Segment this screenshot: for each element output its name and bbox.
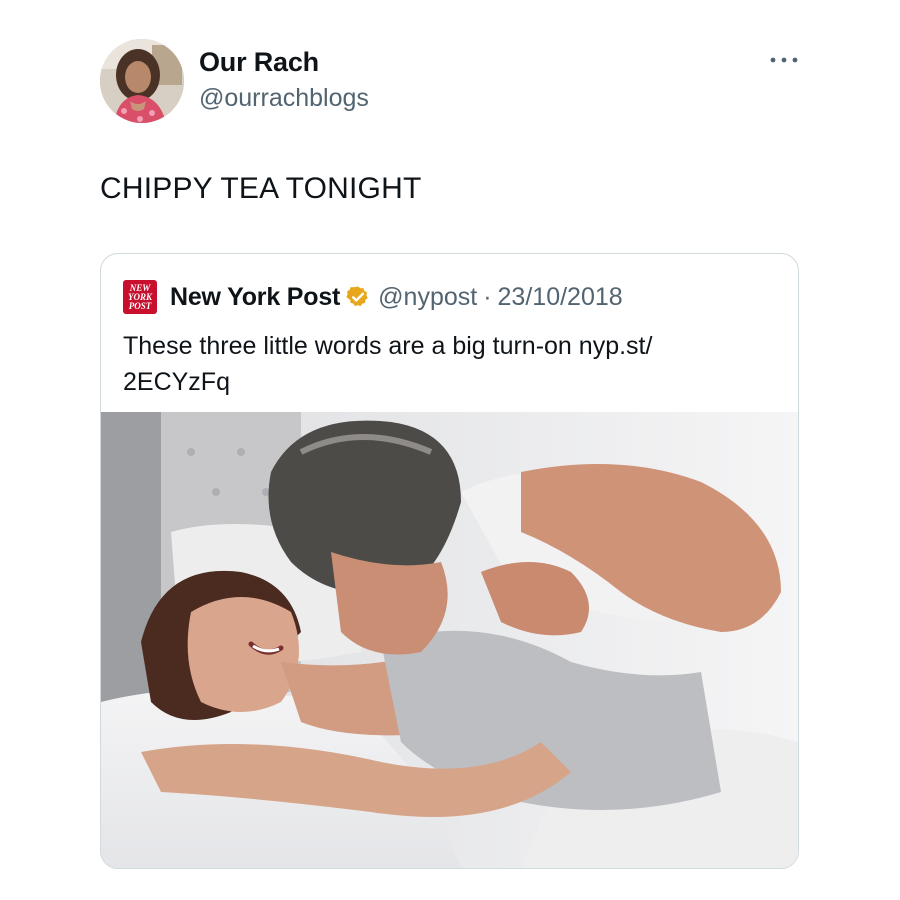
header-separator: ·: [483, 282, 492, 311]
couple-in-bed-photo: [101, 412, 798, 868]
new-york-post-logo[interactable]: NEW YORK POST: [123, 280, 157, 314]
quoted-tweet-text: These three little words are a big turn-…: [123, 328, 763, 400]
author-display-name[interactable]: Our Rach: [199, 47, 319, 78]
verified-badge-icon: [346, 286, 368, 307]
logo-text-post: POST: [129, 301, 152, 311]
author-avatar[interactable]: [100, 39, 184, 123]
quoted-display-name[interactable]: New York Post: [170, 283, 340, 312]
quoted-tweet-card[interactable]: NEW YORK POST New York Post @nypost · 23…: [100, 253, 799, 869]
tweet-text: CHIPPY TEA TONIGHT: [100, 172, 422, 205]
quoted-handle[interactable]: @nypost: [378, 283, 477, 312]
ellipsis-icon: [770, 57, 798, 63]
quoted-text-line: 2ECYzFq: [123, 368, 230, 396]
quoted-tweet-media[interactable]: [101, 412, 798, 868]
quoted-date[interactable]: 23/10/2018: [498, 283, 623, 312]
quoted-text-line: These three little words are a big turn-…: [123, 332, 653, 360]
author-handle[interactable]: @ourrachblogs: [199, 84, 369, 113]
more-options-button[interactable]: [766, 48, 802, 72]
quoted-tweet-header: NEW YORK POST New York Post @nypost · 23…: [123, 280, 623, 314]
tweet: Our Rach @ourrachblogs CHIPPY TEA TONIGH…: [0, 0, 900, 900]
avatar-photo: [100, 39, 184, 123]
